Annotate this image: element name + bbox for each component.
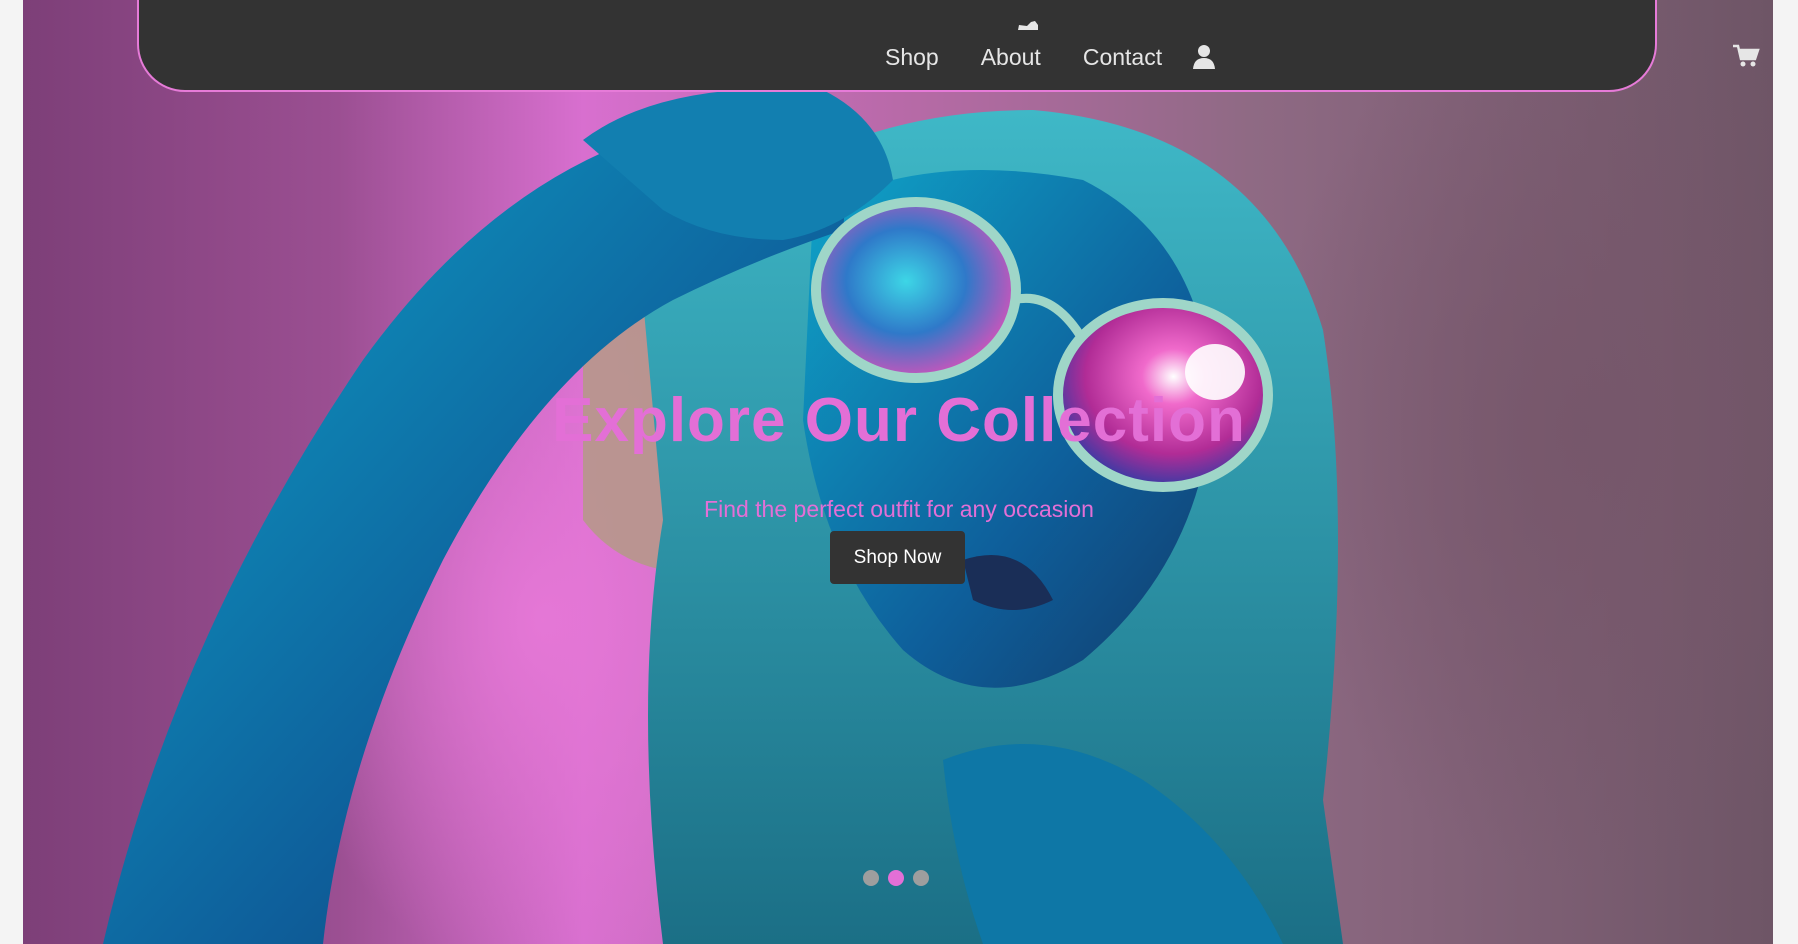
nav-link-about[interactable]: About: [981, 42, 1041, 72]
carousel-dot[interactable]: [913, 870, 929, 886]
hero-subtitle: Find the perfect outfit for any occasion: [704, 496, 1094, 522]
hero-title: Explore Our Collection: [552, 386, 1246, 455]
hero-image: [103, 88, 1343, 944]
carousel-dots: [863, 870, 938, 886]
top-navbar: Shop About Contact: [137, 0, 1760, 92]
nav-link-contact[interactable]: Contact: [1083, 42, 1162, 72]
page: Shop About Contact Explore Our Collectio…: [0, 0, 1798, 944]
carousel-dot-active[interactable]: [888, 870, 904, 886]
cart-icon[interactable]: [1732, 44, 1760, 68]
carousel-dot[interactable]: [863, 870, 879, 886]
nav-links: Shop About Contact: [885, 42, 1216, 72]
hero-banner: [23, 0, 1773, 944]
user-icon[interactable]: [1192, 44, 1216, 70]
nav-link-shop[interactable]: Shop: [885, 42, 939, 72]
shoe-logo-icon[interactable]: [1017, 20, 1039, 32]
shop-now-button[interactable]: Shop Now: [830, 531, 965, 584]
